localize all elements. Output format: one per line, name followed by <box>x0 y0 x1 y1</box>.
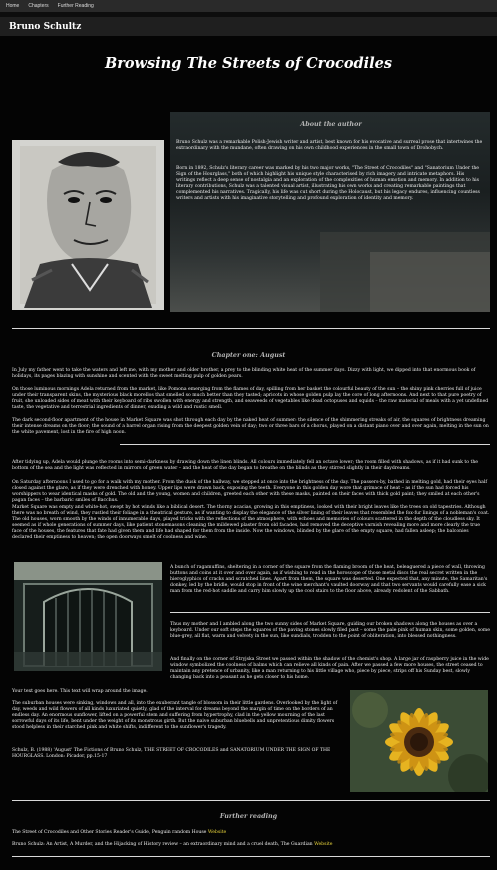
site-title: Bruno Schultz <box>9 21 82 32</box>
nav-home[interactable]: Home <box>6 3 19 9</box>
further-item-1-link[interactable]: Website <box>208 830 226 835</box>
citation: Schulz, B. (1988) 'August' The Fictions … <box>12 748 331 759</box>
further-item-2-link[interactable]: Website <box>314 842 332 847</box>
further-item-2-text: Bruno Schulz: An Artist, A Murder, and t… <box>12 842 315 847</box>
chapter-paragraph-5: On Saturday afternoons I used to go for … <box>12 480 488 503</box>
about-paragraph-2: Born in 1892, Schulz's literary career w… <box>176 166 480 201</box>
portrait-drawing <box>12 140 164 310</box>
chapter-paragraph-3: The dark second-floor apartment of the h… <box>12 418 489 435</box>
gate-illustration <box>14 562 162 671</box>
chapter-paragraph-11: The suburban houses were sinking, window… <box>12 701 338 730</box>
nav-further-reading[interactable]: Further Reading <box>58 3 94 9</box>
chapter-paragraph-4: After tidying up, Adela would plunge the… <box>12 460 479 471</box>
divider-2 <box>120 444 490 445</box>
further-heading: Further reading <box>219 812 278 820</box>
divider-5 <box>12 856 490 857</box>
top-nav: Home Chapters Further Reading <box>0 0 497 12</box>
further-item-1-text: The Street of Crocodiles and Other Stori… <box>12 830 208 835</box>
chapter-paragraph-9: And finally on the corner of Stryjska St… <box>170 657 489 680</box>
sunflower-drawing <box>350 690 488 792</box>
chapter-paragraph-2: On those luminous mornings Adela returne… <box>12 387 489 410</box>
chapter-paragraph-7: A bunch of ragamuffins, sheltering in a … <box>170 565 488 594</box>
further-item-1: The Street of Crocodiles and Other Stori… <box>12 830 490 836</box>
gate-drawing <box>14 562 162 671</box>
further-item-2: Bruno Schulz: An Artist, A Murder, and t… <box>12 842 490 848</box>
sunflower-illustration <box>350 690 488 792</box>
divider-1 <box>12 328 490 329</box>
page-title: Browsing The Streets of Crocodiles <box>104 55 393 72</box>
site-header: Bruno Schultz <box>0 17 497 36</box>
author-portrait <box>12 140 164 310</box>
chapter-paragraph-10: Your text goes here. This text will wrap… <box>12 689 148 694</box>
divider-4 <box>12 800 490 801</box>
about-paragraph-1: Bruno Schulz was a remarkable Polish-Jew… <box>176 140 483 151</box>
chapter-paragraph-6: Market Square was empty and white-hot, s… <box>12 505 490 540</box>
nav-chapters[interactable]: Chapters <box>28 3 48 9</box>
chapter-heading: Chapter one: August <box>211 351 286 359</box>
about-heading: About the author <box>300 120 362 128</box>
chapter-paragraph-1: In July my father went to take the water… <box>12 368 476 379</box>
divider-3 <box>170 612 490 613</box>
chapter-paragraph-8: Thus my mother and I ambled along the tw… <box>170 622 490 639</box>
